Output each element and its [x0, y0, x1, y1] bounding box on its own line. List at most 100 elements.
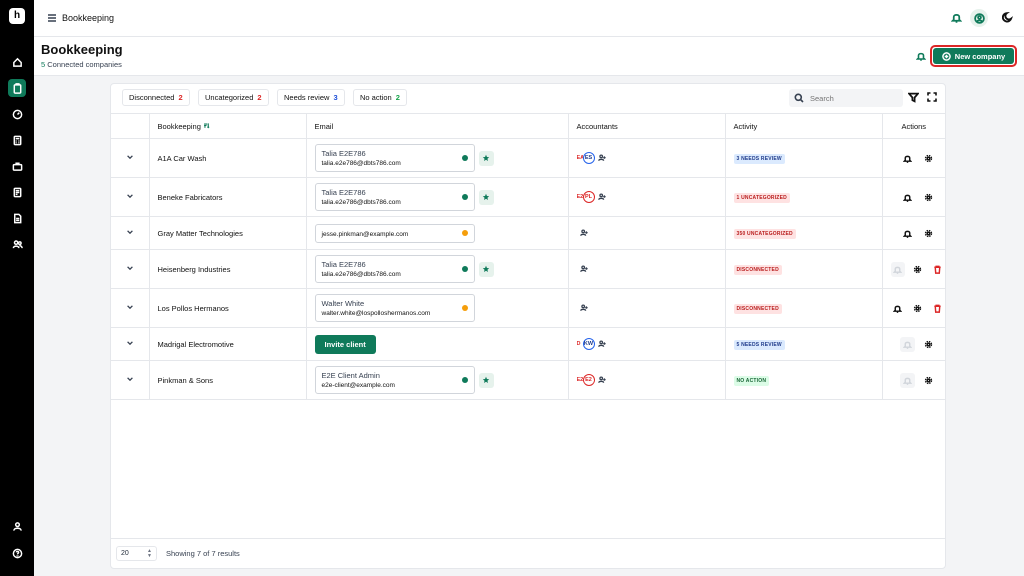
company-name[interactable]: Madrigal Electromotive	[148, 327, 306, 361]
table-row[interactable]: Madrigal Electromotive Invite client D KW 5 …	[111, 327, 945, 361]
home-icon[interactable]	[8, 53, 26, 71]
bookkeeping-nav-icon[interactable]	[8, 79, 26, 97]
notification-bell-icon	[899, 372, 915, 388]
add-accountant-icon[interactable]	[579, 304, 588, 312]
company-name[interactable]: Los Pollos Hermanos	[148, 288, 306, 328]
ledger-icon[interactable]	[8, 183, 26, 201]
document-icon[interactable]	[8, 209, 26, 227]
search-input[interactable]	[810, 93, 890, 103]
expand-cell[interactable]	[111, 288, 149, 328]
expand-cell[interactable]	[111, 360, 149, 400]
app-logo[interactable]: h	[9, 8, 25, 24]
activity-badge[interactable]: DISCONNECTED	[733, 303, 782, 314]
settings-gear-icon[interactable]	[911, 301, 925, 316]
header-bookkeeping[interactable]: Bookkeeping	[148, 113, 306, 139]
expand-cell[interactable]	[111, 327, 149, 361]
page-size-select[interactable]: 20 ▲ ▼	[116, 546, 157, 561]
table-row[interactable]: Beneke Fabricators Talia E2E786 talia.e2e7…	[111, 177, 945, 217]
company-name[interactable]: Heisenberg Industries	[148, 249, 306, 289]
chevron-down-icon[interactable]	[126, 192, 134, 200]
delete-trash-icon[interactable]	[931, 301, 945, 316]
expand-icon[interactable]	[927, 92, 937, 102]
invite-client-button[interactable]: Invite client	[314, 334, 376, 354]
notification-bell-icon[interactable]	[891, 301, 905, 316]
notification-bell-icon[interactable]	[951, 12, 962, 23]
filter-chip[interactable]: Uncategorized 2	[198, 89, 269, 106]
sort-icon[interactable]	[203, 122, 210, 129]
chevron-down-icon[interactable]	[126, 264, 134, 272]
activity-badge[interactable]: 5 NEEDS REVIEW	[733, 339, 785, 350]
star-icon[interactable]	[478, 261, 494, 277]
add-accountant-icon[interactable]	[597, 154, 606, 162]
activity-badge[interactable]: 350 UNCATEGORIZED	[733, 228, 796, 239]
chevron-down-icon[interactable]	[126, 339, 134, 347]
email-field[interactable]: E2E Client Admin e2e-client@example.com	[314, 366, 475, 394]
help-icon[interactable]	[8, 544, 26, 562]
star-icon[interactable]	[478, 189, 494, 205]
new-company-button[interactable]: New company	[930, 45, 1017, 67]
table-row[interactable]: Los Pollos Hermanos Walter White walter.wh…	[111, 288, 945, 328]
company-name[interactable]: A1A Car Wash	[148, 138, 306, 178]
user-avatar[interactable]	[970, 9, 988, 27]
add-accountant-icon[interactable]	[597, 193, 606, 201]
notification-bell-icon[interactable]	[900, 190, 915, 205]
filter-icon[interactable]	[908, 92, 919, 103]
filter-chip[interactable]: Disconnected 2	[122, 89, 190, 106]
table-row[interactable]: Pinkman & Sons E2E Client Admin e2e-client…	[111, 360, 945, 400]
filter-chip[interactable]: No action 2	[353, 89, 407, 106]
add-accountant-icon[interactable]	[579, 229, 588, 237]
add-accountant-icon[interactable]	[597, 340, 606, 348]
activity-badge[interactable]: DISCONNECTED	[733, 264, 782, 275]
profile-icon[interactable]	[8, 517, 26, 535]
email-field[interactable]: Talia E2E786 talia.e2e786@dbts786.com	[314, 183, 475, 211]
expand-cell[interactable]	[111, 177, 149, 217]
email-field[interactable]: Walter White walter.white@lospollosherman…	[314, 294, 475, 322]
settings-gear-icon[interactable]	[921, 190, 936, 205]
accountant-avatar[interactable]: ES	[582, 152, 595, 164]
email-field[interactable]: Talia E2E786 talia.e2e786@dbts786.com	[314, 255, 475, 283]
notification-bell-icon[interactable]	[900, 226, 915, 241]
table-row[interactable]: Gray Matter Technologies jesse.pinkman@ex…	[111, 216, 945, 250]
filter-chip[interactable]: Needs review 3	[277, 89, 345, 106]
chevron-down-icon[interactable]	[126, 228, 134, 236]
email-field[interactable]: Talia E2E786 talia.e2e786@dbts786.com	[314, 144, 475, 172]
users-icon[interactable]	[8, 235, 26, 253]
accountant-avatar[interactable]: PL	[582, 191, 595, 203]
activity-badge[interactable]: NO ACTION	[733, 375, 770, 386]
dark-mode-toggle-icon[interactable]	[1002, 11, 1014, 23]
email-field[interactable]: jesse.pinkman@example.com	[314, 223, 475, 243]
chevron-down-icon[interactable]	[126, 303, 134, 311]
expand-cell[interactable]	[111, 216, 149, 250]
company-name[interactable]: Beneke Fabricators	[148, 177, 306, 217]
add-accountant-icon[interactable]	[579, 265, 588, 273]
menu-icon[interactable]	[47, 13, 57, 23]
table-row[interactable]: A1A Car Wash Talia E2E786 talia.e2e786@dbt…	[111, 138, 945, 178]
activity-badge[interactable]: 3 NEEDS REVIEW	[733, 153, 785, 164]
activity-badge[interactable]: 1 UNCATEGORIZED	[733, 192, 790, 203]
settings-gear-icon[interactable]	[921, 337, 936, 352]
star-icon[interactable]	[478, 372, 494, 388]
chevron-down-icon[interactable]	[126, 375, 134, 383]
expand-cell[interactable]	[111, 249, 149, 289]
settings-gear-icon[interactable]	[921, 151, 936, 166]
accountant-avatar[interactable]: KW	[582, 338, 595, 350]
table-row[interactable]: Heisenberg Industries Talia E2E786 talia.e…	[111, 249, 945, 289]
gauge-icon[interactable]	[8, 105, 26, 123]
accountant-avatar[interactable]: E2	[582, 374, 595, 386]
activity-cell: 3 NEEDS REVIEW	[724, 138, 882, 178]
settings-gear-icon[interactable]	[921, 373, 936, 388]
company-name[interactable]: Pinkman & Sons	[148, 360, 306, 400]
notification-bell-icon[interactable]	[900, 151, 915, 166]
expand-cell[interactable]	[111, 138, 149, 178]
search-box[interactable]	[789, 89, 903, 107]
company-name[interactable]: Gray Matter Technologies	[148, 216, 306, 250]
calculator-icon[interactable]	[8, 131, 26, 149]
briefcase-icon[interactable]	[8, 157, 26, 175]
add-accountant-icon[interactable]	[597, 376, 606, 384]
delete-trash-icon[interactable]	[931, 262, 945, 277]
star-icon[interactable]	[478, 150, 494, 166]
settings-gear-icon[interactable]	[921, 226, 936, 241]
header-bell-icon[interactable]	[916, 51, 926, 61]
settings-gear-icon[interactable]	[911, 262, 925, 277]
chevron-down-icon[interactable]	[126, 153, 134, 161]
